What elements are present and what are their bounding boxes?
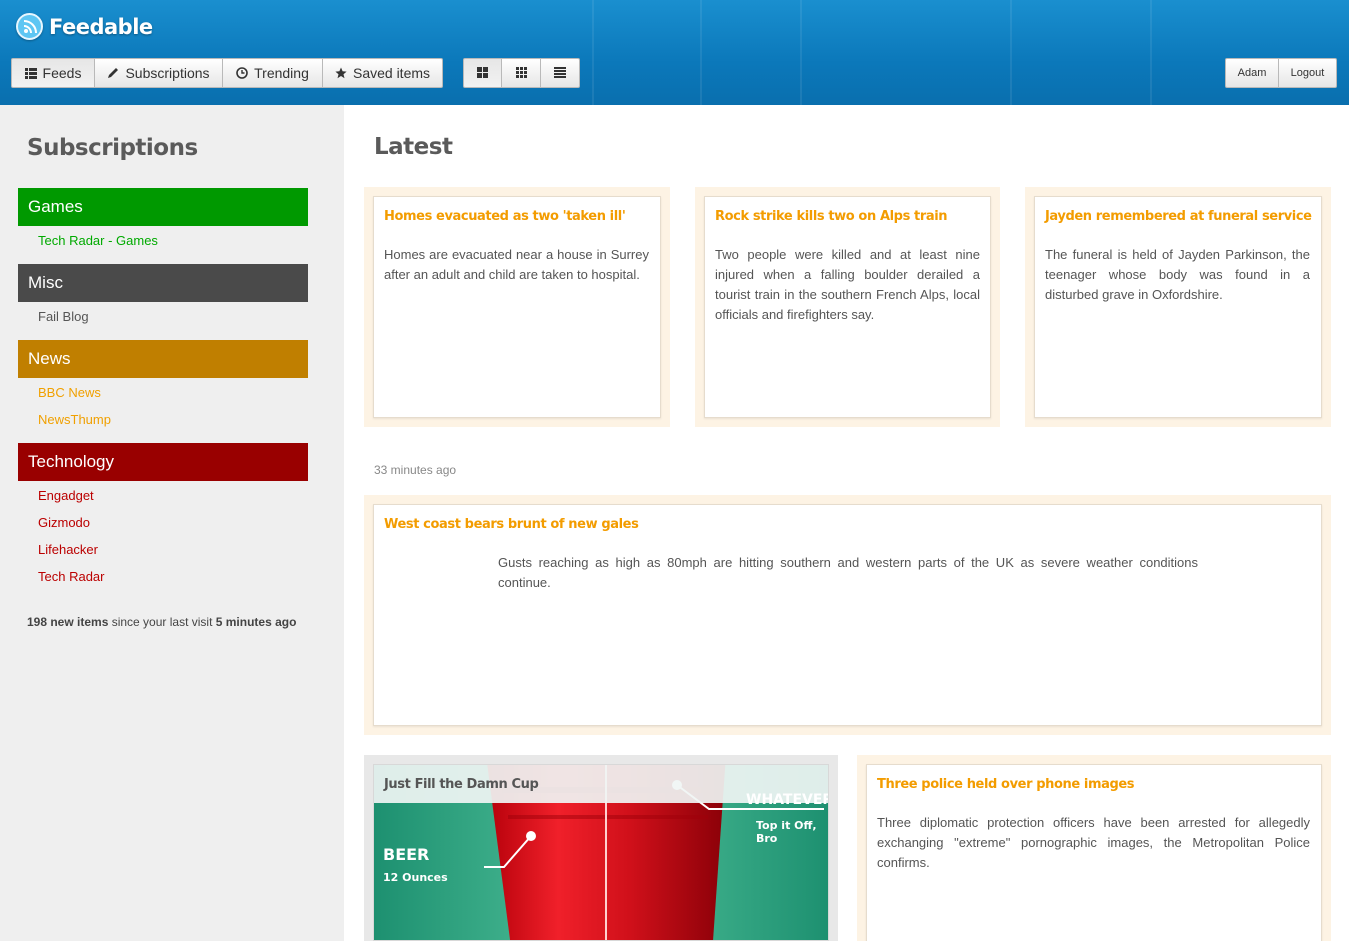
article-image: Just Fill the Damn Cup BEER 12 Ounces WH…	[373, 764, 829, 941]
nav-saved-items-label: Saved items	[352, 65, 431, 81]
subscriptions-sidebar: Subscriptions Games Tech Radar - Games M…	[0, 105, 344, 941]
app-name: Feedable	[49, 14, 153, 39]
user-profile-button[interactable]: Adam	[1225, 58, 1279, 88]
article-card-inner: Rock strike kills two on Alps train Two …	[704, 196, 991, 418]
clock-icon	[236, 67, 248, 79]
article-card-inner: West coast bears brunt of new gales Gust…	[373, 504, 1322, 726]
article-title[interactable]: West coast bears brunt of new gales	[384, 517, 639, 532]
image-article-card[interactable]: Just Fill the Damn Cup BEER 12 Ounces WH…	[364, 755, 838, 941]
main-nav: Feeds Subscriptions Trending Saved items	[11, 58, 443, 88]
list-icon	[24, 67, 37, 79]
nav-feeds-button[interactable]: Feeds	[11, 58, 95, 88]
article-summary: Homes are evacuated near a house in Surr…	[384, 247, 649, 282]
category-technology[interactable]: Technology	[18, 443, 308, 481]
article-card[interactable]: Three police held over phone images Thre…	[857, 755, 1331, 941]
sidebar-title: Subscriptions	[27, 135, 198, 161]
image-label-top-it-off: Top it Off, Bro	[756, 819, 817, 845]
section-timestamp: 33 minutes ago	[374, 463, 457, 477]
new-items-count: 198 new items	[27, 615, 109, 629]
image-label-whatever: WHATEVER	[746, 792, 829, 808]
article-summary: Gusts reaching as high as 80mph are hitt…	[498, 555, 1198, 590]
view-mode-toggle	[463, 58, 580, 88]
article-title[interactable]: Three police held over phone images	[877, 777, 1135, 792]
article-card-inner: Three police held over phone images Thre…	[866, 764, 1322, 941]
article-summary: The funeral is held of Jayden Parkinson,…	[1045, 247, 1310, 302]
article-title[interactable]: Homes evacuated as two 'taken ill'	[384, 209, 626, 224]
star-icon	[335, 67, 347, 79]
article-title[interactable]: Just Fill the Damn Cup	[384, 777, 539, 792]
nav-trending-button[interactable]: Trending	[223, 58, 323, 88]
grid-small-icon	[515, 65, 527, 81]
category-games[interactable]: Games	[18, 188, 308, 226]
nav-trending-label: Trending	[254, 65, 309, 81]
article-card-inner: Jayden remembered at funeral service The…	[1034, 196, 1322, 418]
header-decor-line	[592, 0, 594, 105]
article-card[interactable]: Homes evacuated as two 'taken ill' Homes…	[364, 187, 670, 427]
feed-link-bbc-news[interactable]: BBC News	[38, 385, 101, 400]
header-decor-line	[1010, 0, 1012, 105]
view-list-button[interactable]	[541, 58, 580, 88]
header-decor-line	[800, 0, 802, 105]
pencil-icon	[107, 67, 119, 79]
image-label-beer: BEER	[383, 845, 430, 864]
view-grid-large-button[interactable]	[463, 58, 502, 88]
list-view-icon	[554, 65, 566, 81]
header-decor-line	[700, 0, 702, 105]
nav-feeds-label: Feeds	[42, 65, 82, 81]
grid-large-icon	[477, 65, 488, 81]
article-title[interactable]: Rock strike kills two on Alps train	[715, 209, 948, 224]
article-title[interactable]: Jayden remembered at funeral service	[1045, 209, 1312, 224]
rss-icon	[16, 13, 43, 40]
feed-link-gizmodo[interactable]: Gizmodo	[38, 515, 90, 530]
nav-saved-items-button[interactable]: Saved items	[323, 58, 443, 88]
feed-link-lifehacker[interactable]: Lifehacker	[38, 542, 98, 557]
category-news[interactable]: News	[18, 340, 308, 378]
last-visit-time: 5 minutes ago	[215, 615, 297, 629]
article-card[interactable]: Rock strike kills two on Alps train Two …	[695, 187, 1000, 427]
article-card-inner: Homes evacuated as two 'taken ill' Homes…	[373, 196, 661, 418]
feed-link-fail-blog[interactable]: Fail Blog	[38, 309, 89, 324]
user-menu: Adam Logout	[1225, 58, 1337, 88]
article-card[interactable]: Jayden remembered at funeral service The…	[1025, 187, 1331, 427]
article-summary: Three diplomatic protection officers hav…	[877, 815, 1310, 870]
header-decor-line	[1150, 0, 1152, 105]
nav-subscriptions-label: Subscriptions	[125, 65, 210, 81]
page-title: Latest	[374, 134, 453, 160]
logout-button[interactable]: Logout	[1279, 58, 1337, 88]
feed-link-newsthump[interactable]: NewsThump	[38, 412, 111, 427]
image-label-beer-ounces: 12 Ounces	[383, 871, 448, 884]
top-header: Feedable Feeds Subscriptions Trending Sa…	[0, 0, 1349, 105]
stats-text: since your last visit	[108, 615, 216, 629]
app-logo[interactable]: Feedable	[16, 13, 153, 40]
feed-link-tech-radar-games[interactable]: Tech Radar - Games	[38, 233, 158, 248]
feed-link-tech-radar[interactable]: Tech Radar	[38, 569, 104, 584]
category-misc[interactable]: Misc	[18, 264, 308, 302]
feed-link-engadget[interactable]: Engadget	[38, 488, 94, 503]
view-grid-small-button[interactable]	[502, 58, 541, 88]
article-summary: Two people were killed and at least nine…	[715, 247, 980, 322]
new-items-stats: 198 new items since your last visit 5 mi…	[27, 615, 296, 629]
nav-subscriptions-button[interactable]: Subscriptions	[95, 58, 223, 88]
article-card[interactable]: West coast bears brunt of new gales Gust…	[364, 495, 1331, 735]
